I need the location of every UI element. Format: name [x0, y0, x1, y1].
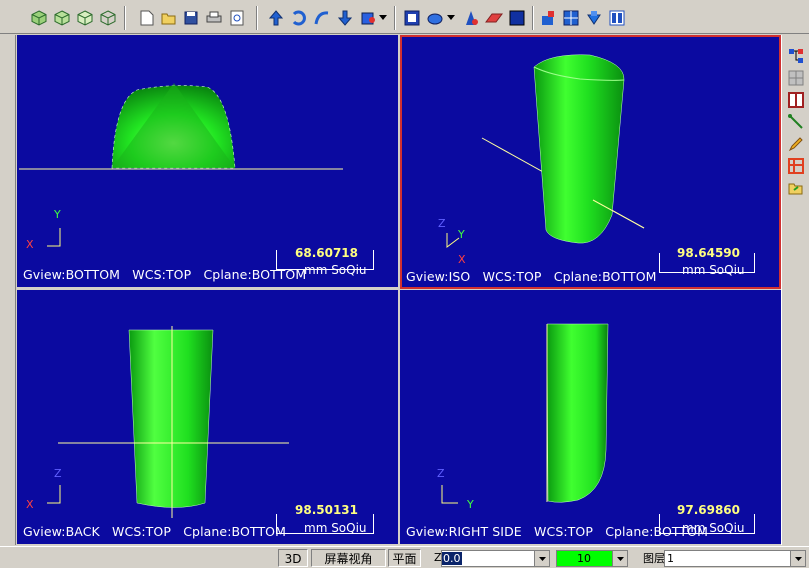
viewport-right-side[interactable]: Z Y 97.69860 mm SoQiu Gview:RIGHT SIDE W…: [400, 290, 781, 544]
chevron-down-icon[interactable]: [534, 551, 549, 566]
solid-block-icon[interactable]: [507, 8, 527, 28]
cube-wire-icon[interactable]: [98, 8, 118, 28]
scale-value: 98.64590: [677, 246, 741, 260]
scale-value: 68.60718: [295, 246, 359, 260]
cube-iso-icon[interactable]: [29, 8, 49, 28]
panel-icon[interactable]: [607, 8, 627, 28]
screen-view-button[interactable]: 屏幕视角: [311, 549, 386, 567]
layer-label: 图层: [643, 552, 665, 565]
layer-combo[interactable]: 1: [664, 550, 806, 567]
cube-front-icon[interactable]: [75, 8, 95, 28]
solid-cube-icon[interactable]: [358, 8, 378, 28]
rotate-icon[interactable]: [289, 8, 309, 28]
color-combo[interactable]: 10: [556, 550, 628, 567]
chevron-down-icon[interactable]: [790, 551, 805, 566]
z-depth-combo[interactable]: 0.0: [441, 550, 550, 567]
z-depth-value: 0.0: [442, 552, 462, 565]
scale-value: 97.69860: [677, 503, 741, 517]
axis-label-z: Z: [54, 467, 62, 480]
viewport-label: Gview:ISO WCS:TOP Cplane:BOTTOM: [406, 269, 657, 284]
scale-unit: mm SoQiu: [304, 263, 367, 277]
arrow-up-icon[interactable]: [266, 8, 286, 28]
layers-icon[interactable]: [538, 8, 558, 28]
cube-top-icon[interactable]: [52, 8, 72, 28]
save-icon[interactable]: [181, 8, 201, 28]
shade-icon[interactable]: [425, 8, 445, 28]
chevron-down-icon[interactable]: [612, 551, 627, 566]
pencil-icon[interactable]: [787, 135, 805, 153]
arrow-down-icon[interactable]: [335, 8, 355, 28]
grid-icon[interactable]: [561, 8, 581, 28]
layer-value: 1: [667, 552, 674, 565]
axis-label-z: Z: [438, 217, 446, 230]
quad-view-icon[interactable]: [787, 69, 805, 87]
line-tool-icon[interactable]: [787, 113, 805, 131]
plane-button[interactable]: 平面: [388, 549, 421, 567]
axis-label-x: X: [26, 238, 34, 251]
viewport-iso[interactable]: Z Y X 98.64590 mm SoQiu Gview:ISO WCS:TO…: [400, 35, 781, 289]
tree-icon[interactable]: [787, 47, 805, 65]
axis-label-y: Y: [54, 208, 61, 221]
viewport-back[interactable]: Z X 98.50131 mm SoQiu Gview:BACK WCS:TOP…: [17, 290, 398, 544]
split-view-icon[interactable]: [787, 91, 805, 109]
import-icon[interactable]: [584, 8, 604, 28]
print-preview-icon[interactable]: [227, 8, 247, 28]
viewport-bottom[interactable]: Y X 68.60718 mm SoQiu Gview:BOTTOM WCS:T…: [17, 35, 398, 287]
axis-label-y: Y: [458, 228, 465, 241]
dropdown-arrow-icon[interactable]: [446, 8, 456, 28]
mode-3d-button[interactable]: 3D: [278, 549, 308, 567]
color-value: 10: [577, 552, 591, 565]
scale-unit: mm SoQiu: [682, 263, 745, 277]
eraser-icon[interactable]: [484, 8, 504, 28]
axis-label-x: X: [26, 498, 34, 511]
viewport-label: Gview:BACK WCS:TOP Cplane:BOTTOM: [23, 524, 287, 539]
scale-value: 98.50131: [295, 503, 359, 517]
left-panel-edge[interactable]: [0, 35, 16, 545]
status-bar: 3D 屏幕视角 平面 Z 0.0 10 图层 1: [0, 546, 809, 568]
open-folder-icon[interactable]: [159, 8, 179, 28]
viewport-label: Gview:BOTTOM WCS:TOP Cplane:BOTTOM: [23, 267, 307, 282]
print-icon[interactable]: [204, 8, 224, 28]
view-box-icon[interactable]: [402, 8, 422, 28]
main-toolbar: [0, 0, 809, 34]
viewport-label: Gview:RIGHT SIDE WCS:TOP Cplane:BOTTOM: [406, 524, 708, 539]
new-file-icon[interactable]: [137, 8, 157, 28]
axis-label-y: Y: [467, 498, 474, 511]
open-folder-icon[interactable]: [787, 179, 805, 197]
edge-icon[interactable]: [461, 8, 481, 28]
axis-label-x: X: [458, 253, 466, 266]
axis-label-z: Z: [437, 467, 445, 480]
right-toolbar: [781, 35, 809, 545]
scale-unit: mm SoQiu: [304, 521, 367, 535]
arc-icon[interactable]: [312, 8, 332, 28]
grid-red-icon[interactable]: [787, 157, 805, 175]
dropdown-arrow-icon[interactable]: [378, 8, 388, 28]
